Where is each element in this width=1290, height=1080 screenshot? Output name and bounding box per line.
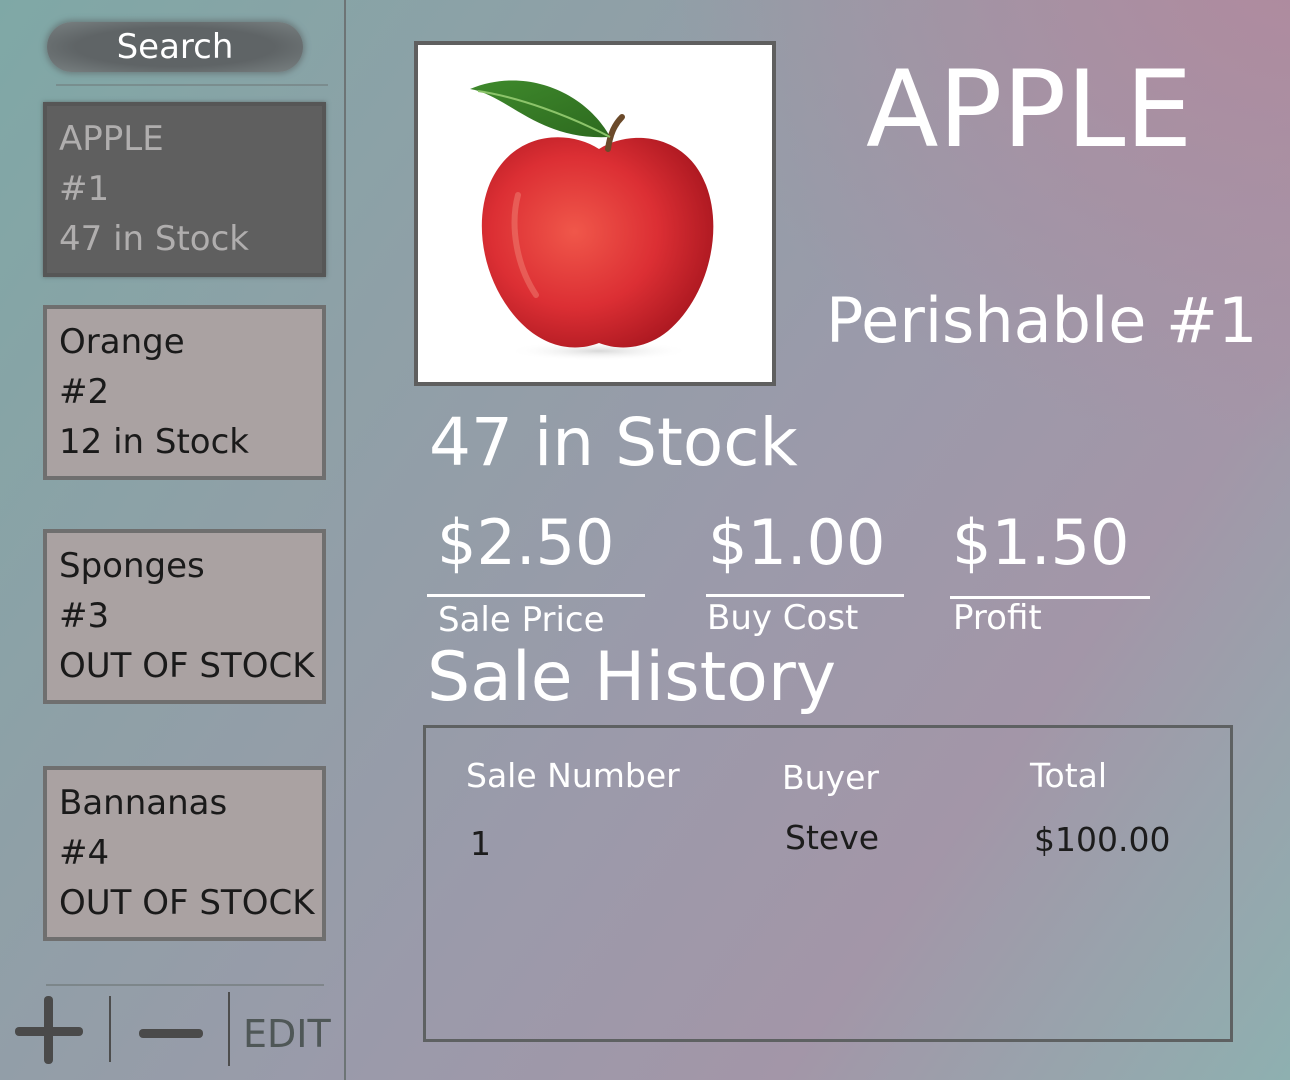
product-image (414, 41, 776, 386)
item-name: Bannanas (59, 783, 228, 823)
sale-history-table: Sale Number Buyer Total 1 Steve $100.00 (423, 725, 1233, 1042)
column-header-total: Total (1030, 756, 1108, 795)
item-number: #1 (59, 169, 110, 209)
buy-cost-underline (706, 594, 904, 597)
minus-icon (139, 1029, 203, 1038)
sale-price-label: Sale Price (438, 600, 605, 640)
toolbar-separator (109, 996, 111, 1062)
item-number: #4 (59, 833, 110, 873)
sidebar-item-bannanas[interactable]: Bannanas #4 OUT OF STOCK (43, 766, 326, 941)
item-stock: 12 in Stock (59, 422, 249, 462)
apple-image (470, 80, 714, 361)
plus-icon (44, 996, 53, 1064)
table-cell-buyer: Steve (785, 818, 880, 857)
sidebar-item-orange[interactable]: Orange #2 12 in Stock (43, 305, 326, 480)
edit-button[interactable]: EDIT (243, 1012, 331, 1056)
item-stock: OUT OF STOCK (59, 883, 315, 923)
buy-cost-label: Buy Cost (707, 598, 859, 638)
search-button[interactable]: Search (47, 22, 303, 72)
item-name: Sponges (59, 546, 205, 586)
column-header-sale-number: Sale Number (466, 756, 680, 795)
toolbar-separator (228, 992, 230, 1066)
buy-cost-value: $1.00 (708, 506, 886, 579)
table-cell-sale-number: 1 (470, 824, 491, 863)
sale-price-underline (427, 594, 645, 597)
profit-label: Profit (953, 598, 1042, 638)
sidebar-item-apple[interactable]: APPLE #1 47 in Stock (43, 102, 326, 277)
item-number: #2 (59, 372, 110, 412)
item-name: Orange (59, 322, 185, 362)
item-stock: 47 in Stock (59, 219, 249, 259)
item-name: APPLE (59, 119, 164, 159)
product-title: APPLE (866, 48, 1193, 171)
sale-history-title: Sale History (427, 638, 837, 717)
divider (56, 84, 328, 86)
sale-price-value: $2.50 (437, 506, 615, 579)
divider (46, 984, 324, 986)
column-header-buyer: Buyer (782, 758, 879, 797)
item-number: #3 (59, 596, 110, 636)
table-cell-total: $100.00 (1034, 820, 1171, 859)
product-stock: 47 in Stock (429, 404, 798, 481)
item-stock: OUT OF STOCK (59, 646, 315, 686)
sidebar-item-sponges[interactable]: Sponges #3 OUT OF STOCK (43, 529, 326, 704)
product-category: Perishable #1 (826, 284, 1258, 357)
profit-value: $1.50 (952, 506, 1130, 579)
